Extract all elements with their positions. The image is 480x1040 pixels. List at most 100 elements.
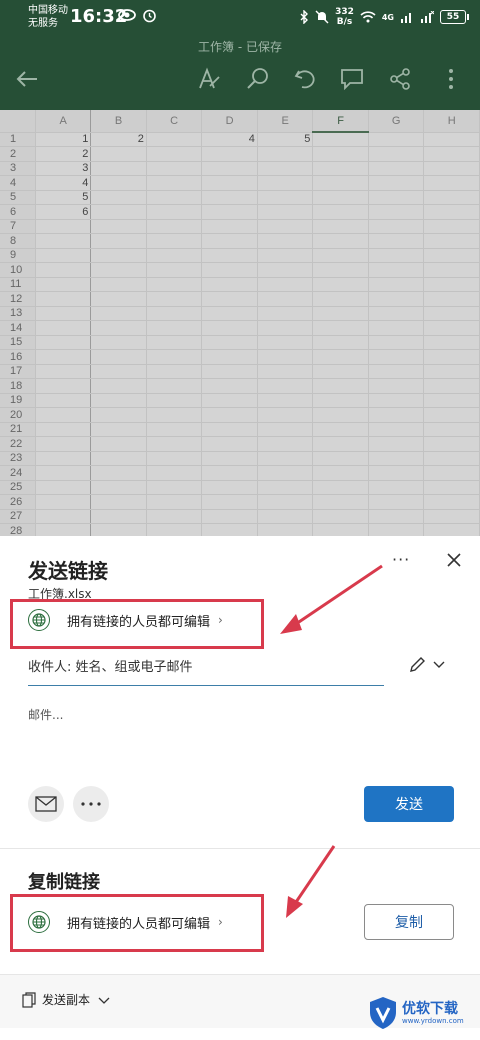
edit-permission-button[interactable] (408, 656, 426, 678)
cell[interactable] (368, 465, 425, 481)
cell[interactable] (201, 204, 258, 220)
cell[interactable] (312, 378, 369, 394)
cell[interactable] (257, 190, 314, 205)
cell[interactable] (201, 364, 258, 379)
cell[interactable] (368, 132, 425, 147)
panel-more-button[interactable]: ··· (392, 550, 410, 569)
cell[interactable] (201, 509, 258, 524)
cell[interactable] (368, 378, 425, 394)
cell[interactable] (368, 364, 425, 379)
cell[interactable] (312, 393, 369, 408)
cell[interactable] (257, 335, 314, 350)
cell[interactable] (90, 291, 147, 307)
row-header[interactable]: 16 (0, 349, 36, 365)
cell[interactable] (423, 451, 480, 466)
cell[interactable] (368, 306, 425, 321)
cell[interactable] (146, 494, 203, 510)
cell[interactable] (35, 262, 92, 278)
cell[interactable] (201, 219, 258, 234)
cell[interactable] (90, 422, 147, 437)
cell[interactable] (368, 175, 425, 191)
cell[interactable] (201, 233, 258, 249)
search-button[interactable] (243, 64, 273, 94)
cell[interactable] (146, 204, 203, 220)
cell[interactable] (257, 407, 314, 423)
cell[interactable]: 4 (201, 132, 258, 147)
column-header-selected[interactable]: F (312, 110, 369, 133)
cell[interactable] (257, 465, 314, 481)
row-header[interactable]: 27 (0, 509, 36, 524)
cell[interactable] (423, 364, 480, 379)
cell[interactable] (146, 480, 203, 495)
cell[interactable] (423, 393, 480, 408)
cell[interactable] (35, 436, 92, 452)
row-header[interactable]: 6 (0, 204, 36, 220)
cell[interactable] (201, 190, 258, 205)
cell[interactable] (146, 451, 203, 466)
cell[interactable] (312, 364, 369, 379)
row-header[interactable]: 20 (0, 407, 36, 423)
cell[interactable] (368, 219, 425, 234)
cell[interactable] (368, 262, 425, 278)
cell[interactable] (35, 306, 92, 321)
cell[interactable] (312, 436, 369, 452)
cell[interactable] (35, 320, 92, 336)
cell[interactable] (146, 335, 203, 350)
cell[interactable] (368, 407, 425, 423)
cell[interactable] (423, 277, 480, 292)
row-header[interactable]: 12 (0, 291, 36, 307)
cell[interactable] (257, 248, 314, 263)
cell[interactable] (423, 248, 480, 263)
share-button[interactable] (385, 64, 415, 94)
cell[interactable] (257, 494, 314, 510)
cell[interactable] (201, 422, 258, 437)
cell[interactable] (35, 233, 92, 249)
cell[interactable] (146, 190, 203, 205)
cell[interactable] (146, 291, 203, 307)
cell[interactable] (312, 233, 369, 249)
cell[interactable] (35, 277, 92, 292)
cell[interactable] (423, 190, 480, 205)
row-header[interactable]: 24 (0, 465, 36, 481)
cell[interactable] (90, 335, 147, 350)
email-button[interactable] (28, 786, 64, 822)
cell[interactable] (146, 320, 203, 336)
cell[interactable] (146, 349, 203, 365)
cell[interactable] (257, 436, 314, 452)
cell[interactable] (423, 306, 480, 321)
cell[interactable] (201, 349, 258, 365)
row-header[interactable]: 7 (0, 219, 36, 234)
cell[interactable] (201, 378, 258, 394)
cell[interactable] (201, 146, 258, 162)
cell[interactable] (201, 451, 258, 466)
cell[interactable] (312, 422, 369, 437)
cell[interactable] (35, 349, 92, 365)
cell[interactable] (146, 436, 203, 452)
cell[interactable] (312, 523, 369, 536)
cell[interactable] (146, 146, 203, 162)
cell[interactable] (90, 306, 147, 321)
cell[interactable] (257, 277, 314, 292)
cell[interactable] (90, 262, 147, 278)
cell[interactable] (423, 175, 480, 191)
cell[interactable] (312, 509, 369, 524)
cell[interactable] (201, 436, 258, 452)
cell[interactable] (312, 349, 369, 365)
send-copy-button[interactable]: 发送副本 (22, 991, 110, 1008)
cell[interactable] (368, 335, 425, 350)
cell[interactable] (368, 436, 425, 452)
row-header[interactable]: 17 (0, 364, 36, 379)
cell[interactable] (257, 393, 314, 408)
cell[interactable] (35, 364, 92, 379)
row-header[interactable]: 4 (0, 175, 36, 191)
more-apps-button[interactable] (73, 786, 109, 822)
cell[interactable] (423, 509, 480, 524)
cell[interactable] (257, 291, 314, 307)
cell[interactable] (201, 320, 258, 336)
cell[interactable] (201, 465, 258, 481)
cell[interactable] (312, 320, 369, 336)
cell[interactable] (423, 480, 480, 495)
cell[interactable] (146, 161, 203, 176)
cell[interactable] (90, 407, 147, 423)
recipient-input[interactable]: 收件人: 姓名、组或电子邮件 (28, 650, 384, 686)
